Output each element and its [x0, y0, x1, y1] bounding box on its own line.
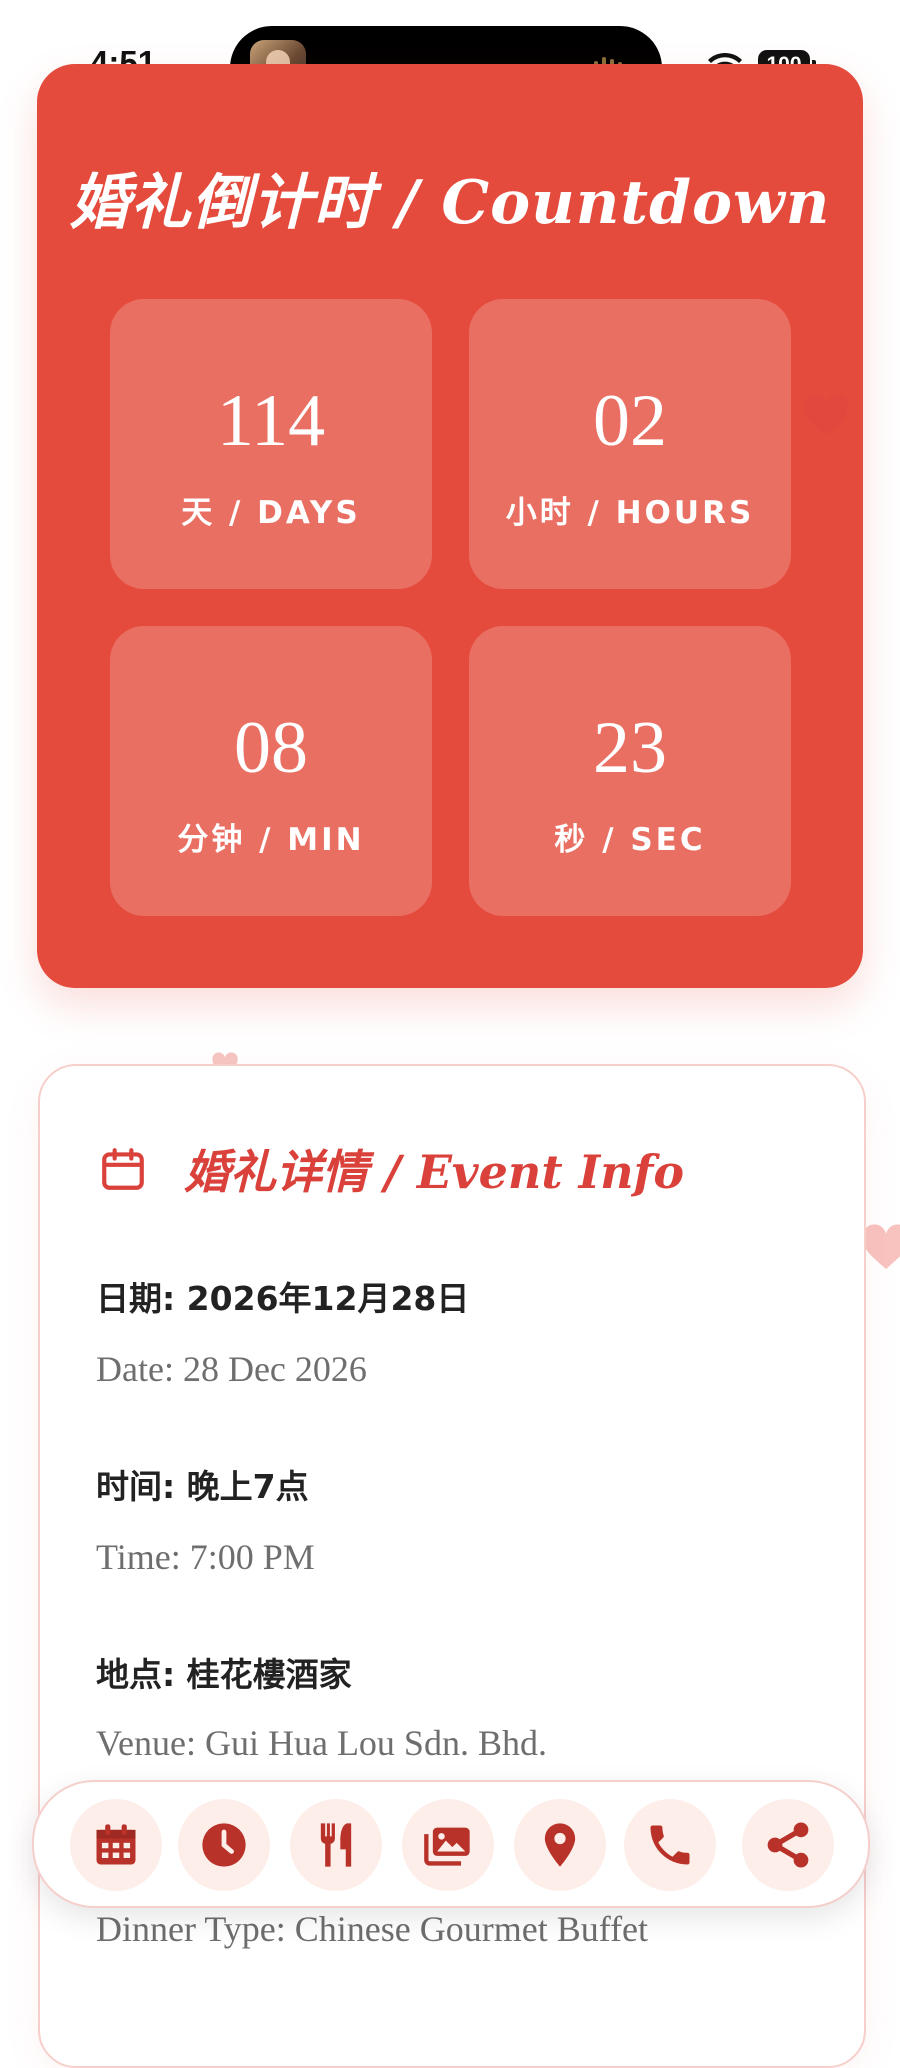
days-label: 天 / DAYS	[181, 495, 361, 531]
countdown-hours: 02 小时 / HOURS	[469, 299, 791, 589]
countdown-title: 婚礼倒计时 / Countdown	[69, 168, 831, 238]
seconds-label: 秒 / SEC	[554, 822, 706, 858]
map-pin-icon	[544, 1823, 576, 1867]
date-zh: 日期: 2026年12月28日	[96, 1279, 470, 1318]
dinner-type-en: Dinner Type: Chinese Gourmet Buffet	[96, 1909, 649, 1949]
countdown-seconds: 23 秒 / SEC	[469, 626, 791, 916]
countdown-minutes: 08 分钟 / MIN	[110, 626, 432, 916]
time-zh: 时间: 晚上7点	[96, 1467, 309, 1506]
phone-icon	[650, 1825, 690, 1865]
time-en: Time: 7:00 PM	[96, 1537, 315, 1577]
seconds-value: 23	[593, 707, 667, 789]
calendar-icon	[96, 1824, 136, 1865]
venue-en: Venue: Gui Hua Lou Sdn. Bhd.	[96, 1723, 547, 1763]
days-value: 114	[216, 380, 326, 462]
nav-phone-button[interactable]	[624, 1799, 716, 1891]
nav-gallery-button[interactable]	[402, 1799, 494, 1891]
gallery-icon	[424, 1827, 470, 1866]
event-info-header: 婚礼详情 / Event Info	[98, 1136, 684, 1202]
date-en: Date: 28 Dec 2026	[96, 1349, 367, 1389]
venue-zh: 地点: 桂花樓酒家	[96, 1655, 352, 1694]
bottom-nav	[32, 1780, 870, 1908]
hours-label: 小时 / HOURS	[505, 495, 755, 531]
hours-value: 02	[593, 380, 667, 462]
event-info-title: 婚礼详情 / Event Info	[184, 1145, 685, 1199]
event-info-card: 婚礼详情 / Event Info 日期: 2026年12月28日 Date: …	[38, 1064, 866, 2068]
minutes-label: 分钟 / MIN	[177, 822, 365, 858]
nav-clock-button[interactable]	[178, 1799, 270, 1891]
nav-dinner-button[interactable]	[290, 1799, 382, 1891]
clock-icon	[202, 1823, 246, 1867]
utensils-icon	[320, 1823, 352, 1867]
nav-share-button[interactable]	[742, 1799, 834, 1891]
calendar-icon	[102, 1148, 144, 1190]
heart-icon	[804, 394, 848, 436]
nav-calendar-button[interactable]	[70, 1799, 162, 1891]
share-icon	[767, 1822, 809, 1868]
countdown-days: 114 天 / DAYS	[110, 299, 432, 589]
minutes-value: 08	[234, 707, 308, 789]
countdown-card: 婚礼倒计时 / Countdown 114 天 / DAYS 02 小时 / H…	[37, 64, 863, 988]
nav-location-button[interactable]	[514, 1799, 606, 1891]
